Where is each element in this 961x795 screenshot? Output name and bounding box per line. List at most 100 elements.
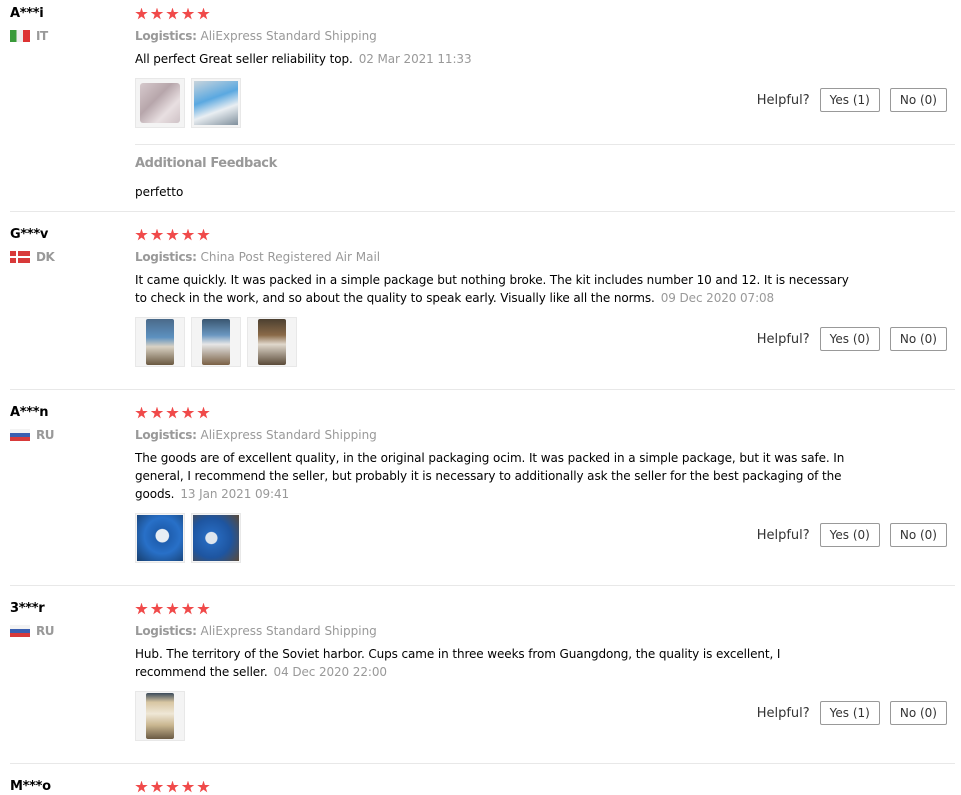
star-icon xyxy=(150,602,164,615)
helpful-yes-button[interactable]: Yes (1) xyxy=(819,88,880,112)
reviewer-country: RU xyxy=(10,428,130,442)
logistics-method: AliExpress Standard Shipping xyxy=(200,624,377,638)
reviewer-info: A***n RU xyxy=(10,405,130,442)
star-rating xyxy=(135,601,955,617)
logistics-info: Logistics: AliExpress Standard Shipping xyxy=(135,623,955,639)
additional-feedback-divider xyxy=(135,144,955,145)
helpful-votes: Helpful? Yes (0) No (0) xyxy=(757,327,947,351)
reviewer-country: DK xyxy=(10,250,130,264)
star-icon xyxy=(166,602,179,615)
star-icon xyxy=(181,780,195,793)
helpful-yes-button[interactable]: Yes (1) xyxy=(819,701,880,725)
reviewer-info: G***v DK xyxy=(10,227,130,264)
star-rating xyxy=(135,405,955,421)
review-date: 13 Jan 2021 09:41 xyxy=(180,487,290,501)
star-icon xyxy=(150,228,164,241)
reviewer-info: 3***r RU xyxy=(10,601,130,638)
review-content: All perfect Great seller reliability top… xyxy=(135,52,353,66)
helpful-yes-button[interactable]: Yes (0) xyxy=(819,523,880,547)
helpful-votes: Helpful? Yes (1) No (0) xyxy=(757,701,947,725)
review-date: 02 Mar 2021 11:33 xyxy=(358,52,472,66)
helpful-label: Helpful? xyxy=(756,705,810,721)
logistics-info: Logistics: AliExpress Standard Shipping xyxy=(135,28,955,44)
review-photo-thumbnail[interactable] xyxy=(135,513,185,563)
logistics-method: AliExpress Standard Shipping xyxy=(200,428,377,442)
helpful-no-button[interactable]: No (0) xyxy=(889,523,947,547)
review-text: It came quickly. It was packed in a simp… xyxy=(135,271,855,307)
flag-icon xyxy=(10,429,30,441)
review-divider xyxy=(10,763,955,764)
helpful-votes: Helpful? Yes (0) No (0) xyxy=(757,523,947,547)
flag-icon xyxy=(10,625,30,637)
logistics-label: Logistics: xyxy=(135,624,197,638)
review-photo-thumbnail[interactable] xyxy=(135,691,185,741)
logistics-label: Logistics: xyxy=(135,29,197,43)
logistics-method: AliExpress Standard Shipping xyxy=(200,29,377,43)
additional-feedback-text: perfetto xyxy=(135,185,184,199)
reviewer-info: A***i IT xyxy=(10,6,130,43)
helpful-label: Helpful? xyxy=(756,527,810,543)
helpful-no-button[interactable]: No (0) xyxy=(889,88,947,112)
reviewer-name: 3***r xyxy=(10,601,45,616)
logistics-label: Logistics: xyxy=(135,428,197,442)
star-rating xyxy=(135,779,955,795)
review-date: 09 Dec 2020 07:08 xyxy=(660,291,775,305)
review-body xyxy=(135,779,955,795)
review-photo-thumbnail[interactable] xyxy=(191,513,241,563)
helpful-yes-button[interactable]: Yes (0) xyxy=(819,327,880,351)
review-photo-thumbnail[interactable] xyxy=(247,317,297,367)
star-icon xyxy=(150,406,164,419)
country-code: DK xyxy=(36,250,55,264)
star-icon xyxy=(181,228,195,241)
star-icon xyxy=(150,7,164,20)
star-icon xyxy=(166,228,179,241)
helpful-label: Helpful? xyxy=(756,331,810,347)
star-icon xyxy=(135,602,148,615)
star-rating xyxy=(135,227,955,243)
star-icon xyxy=(166,406,179,419)
review-text: The goods are of excellent quality, in t… xyxy=(135,449,855,503)
star-icon xyxy=(197,228,210,241)
helpful-no-button[interactable]: No (0) xyxy=(889,327,947,351)
country-code: RU xyxy=(36,624,54,638)
review-photo-thumbnail[interactable] xyxy=(191,317,241,367)
reviewer-info: M***o xyxy=(10,779,130,795)
reviewer-name: A***n xyxy=(10,405,49,420)
flag-icon xyxy=(10,251,30,263)
star-icon xyxy=(135,406,148,419)
country-code: IT xyxy=(36,29,48,43)
star-icon xyxy=(135,7,148,20)
star-icon xyxy=(166,780,179,793)
helpful-votes: Helpful? Yes (1) No (0) xyxy=(757,88,947,112)
star-icon xyxy=(150,780,164,793)
review-divider xyxy=(10,585,955,586)
logistics-label: Logistics: xyxy=(135,250,197,264)
review-photo-thumbnail[interactable] xyxy=(135,78,185,128)
star-rating xyxy=(135,6,955,22)
review-text: All perfect Great seller reliability top… xyxy=(135,50,855,68)
reviewer-name: G***v xyxy=(10,227,49,242)
review-text: Hub. The territory of the Soviet harbor.… xyxy=(135,645,855,681)
review-content: Hub. The territory of the Soviet harbor.… xyxy=(135,647,781,679)
review-photo-thumbnail[interactable] xyxy=(135,317,185,367)
reviewer-name: M***o xyxy=(10,779,51,794)
star-icon xyxy=(197,406,210,419)
star-icon xyxy=(197,780,210,793)
star-icon xyxy=(135,228,148,241)
review-divider xyxy=(10,389,955,390)
country-code: RU xyxy=(36,428,54,442)
star-icon xyxy=(166,7,179,20)
review-divider xyxy=(10,211,955,212)
star-icon xyxy=(181,602,195,615)
reviewer-country: IT xyxy=(10,29,130,43)
review-date: 04 Dec 2020 22:00 xyxy=(273,665,387,679)
star-icon xyxy=(181,7,195,20)
review-photo-thumbnail[interactable] xyxy=(191,78,241,128)
star-icon xyxy=(197,602,210,615)
reviewer-country: RU xyxy=(10,624,130,638)
helpful-no-button[interactable]: No (0) xyxy=(889,701,947,725)
star-icon xyxy=(197,7,210,20)
logistics-info: Logistics: China Post Registered Air Mai… xyxy=(135,249,955,265)
reviewer-name: A***i xyxy=(10,6,44,21)
star-icon xyxy=(135,780,148,793)
